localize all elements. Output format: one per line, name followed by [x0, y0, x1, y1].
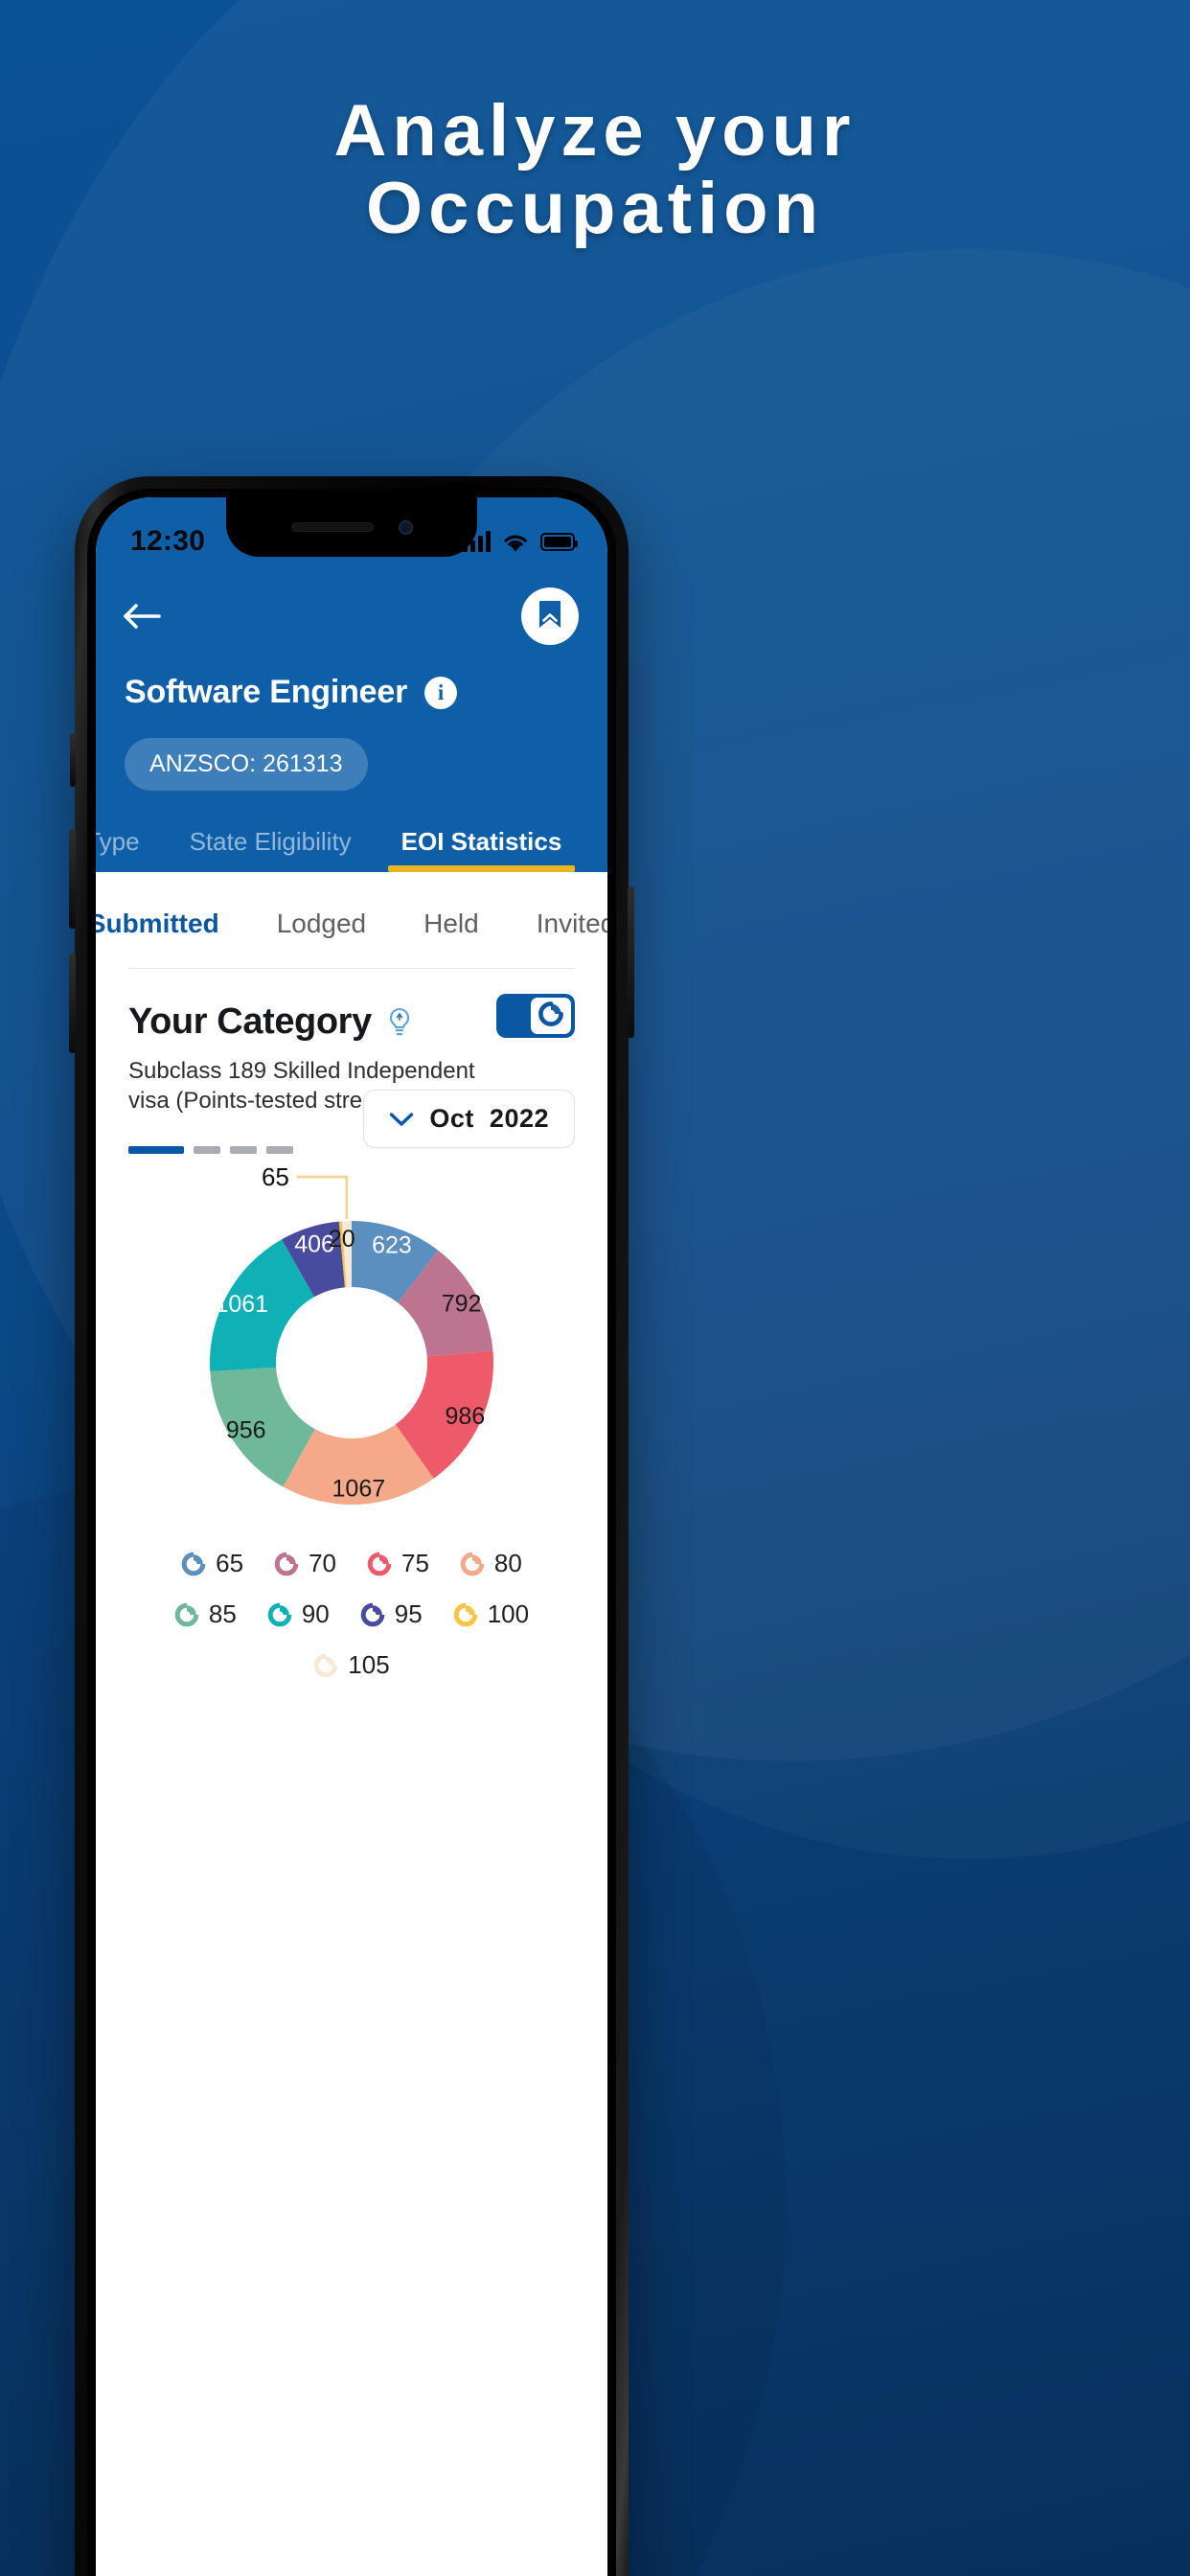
legend-item[interactable]: 100 [453, 1599, 529, 1629]
bookmark-icon [538, 599, 562, 634]
phone-power-button [628, 886, 634, 1038]
toggle-knob [531, 998, 571, 1034]
legend-item[interactable]: 105 [313, 1650, 390, 1680]
anzsco-badge-wrap: ANZSCO: 261313 [96, 711, 607, 791]
legend-donut-icon [313, 1653, 338, 1678]
eoi-subtabs: Submitted Lodged Held Invited [96, 872, 607, 969]
page-dot-2[interactable] [194, 1146, 220, 1155]
page-title: Software Engineer [125, 674, 408, 710]
legend-label: 85 [208, 1599, 237, 1629]
donut-chart-svg[interactable]: 623792986106795610614062065 [131, 1160, 572, 1533]
app-nav-row [96, 572, 607, 660]
legend-label: 90 [301, 1599, 330, 1629]
legend-item[interactable]: 85 [174, 1599, 237, 1629]
front-camera [398, 519, 413, 535]
legend-donut-icon [367, 1552, 392, 1576]
tab-eoi-statistics[interactable]: EOI Statistics [377, 827, 587, 872]
phone-mockup: 12:30 Software Engineer i ANZSCO: 261313… [69, 476, 634, 2576]
phone-volume-down-button [69, 954, 76, 1053]
phone-bezel: 12:30 Software Engineer i ANZSCO: 261313… [87, 489, 616, 2576]
legend-item[interactable]: 90 [267, 1599, 330, 1629]
donut-slice-label: 623 [372, 1232, 412, 1259]
donut-slice-label: 1061 [215, 1291, 268, 1318]
legend-item[interactable]: 95 [360, 1599, 423, 1629]
content-filler [96, 1680, 607, 2576]
battery-full-icon [540, 532, 578, 551]
main-tabs: a Type State Eligibility EOI Statistics … [96, 827, 607, 872]
tab-state-eligibility[interactable]: State Eligibility [165, 827, 377, 872]
info-glyph: i [437, 679, 445, 704]
status-bar-time: 12:30 [130, 525, 206, 557]
phone-mute-switch [70, 733, 76, 787]
donut-chart: 623 792 986 1067 956 1061 406 20 65 [96, 1154, 607, 1533]
legend-label: 65 [216, 1549, 244, 1578]
occupation-title-row: Software Engineer i [96, 660, 607, 711]
page-dot-3[interactable] [230, 1146, 257, 1155]
selected-year: 2022 [489, 1104, 549, 1133]
back-arrow-icon[interactable] [123, 601, 163, 632]
legend-donut-icon [174, 1602, 199, 1627]
lightbulb-icon[interactable] [385, 1006, 414, 1039]
phone-notch [226, 497, 477, 557]
leader-line [296, 1176, 349, 1220]
donut-leader-label: 65 [262, 1162, 289, 1191]
page-dot-4[interactable] [266, 1146, 293, 1155]
legend-item[interactable]: 65 [181, 1549, 243, 1578]
page-dot-1[interactable] [128, 1146, 184, 1155]
subtab-lodged[interactable]: Lodged [248, 908, 395, 939]
info-icon[interactable]: i [424, 676, 458, 709]
status-badge: ANZSCO: 261313 [125, 738, 368, 791]
category-block: Your Category Subclass 189 Skilled Indep… [96, 969, 607, 1155]
legend-donut-icon [360, 1602, 385, 1627]
legend-donut-icon [274, 1552, 299, 1576]
headline-line-2: Occupation [365, 168, 825, 250]
earpiece-speaker [290, 522, 374, 532]
legend-label: 80 [493, 1549, 522, 1578]
phone-volume-up-button [69, 829, 76, 929]
donut-slice-label: 20 [329, 1226, 355, 1253]
donut-slice-label: 956 [226, 1417, 266, 1444]
legend-label: 100 [487, 1599, 530, 1629]
legend-donut-icon [453, 1602, 478, 1627]
legend-donut-icon [460, 1552, 485, 1576]
legend-item[interactable]: 70 [274, 1549, 336, 1578]
legend-donut-icon [267, 1602, 292, 1627]
app-content: Submitted Lodged Held Invited Your Categ… [96, 872, 607, 2576]
chart-legend: 65 70 75 80 85 90 95 100 105 [96, 1533, 607, 1680]
chevron-down-icon [389, 1104, 414, 1134]
legend-label: 95 [394, 1599, 423, 1629]
donut-slice-label: 986 [445, 1403, 485, 1430]
month-select-dropdown[interactable]: Oct 2022 [363, 1090, 575, 1148]
legend-label: 75 [401, 1549, 429, 1578]
selected-month: Oct [429, 1104, 474, 1133]
donut-chart-icon [538, 1000, 563, 1031]
phone-screen: 12:30 Software Engineer i ANZSCO: 261313… [96, 497, 607, 2576]
promo-headline: Analyze your Occupation [0, 92, 1190, 248]
wifi-icon [502, 532, 529, 552]
subtab-submitted[interactable]: Submitted [96, 908, 248, 939]
legend-item[interactable]: 80 [460, 1549, 522, 1578]
legend-item[interactable]: 75 [367, 1549, 429, 1578]
bookmark-button[interactable] [521, 587, 579, 645]
tab-unit-group[interactable]: Unit Group & Gen [586, 827, 607, 872]
donut-slice-label: 1067 [332, 1476, 386, 1503]
subtab-invited[interactable]: Invited [508, 908, 607, 939]
legend-label: 105 [348, 1650, 390, 1680]
tab-visa-type[interactable]: a Type [96, 827, 165, 872]
legend-donut-icon [181, 1552, 206, 1576]
legend-label: 70 [309, 1549, 336, 1578]
headline-line-1: Analyze your [333, 90, 857, 172]
subtab-held[interactable]: Held [395, 908, 508, 939]
status-bar-icons [463, 518, 578, 552]
donut-slice-label: 792 [442, 1291, 482, 1318]
category-title: Your Category [128, 1001, 372, 1042]
chart-type-toggle[interactable] [496, 994, 575, 1038]
